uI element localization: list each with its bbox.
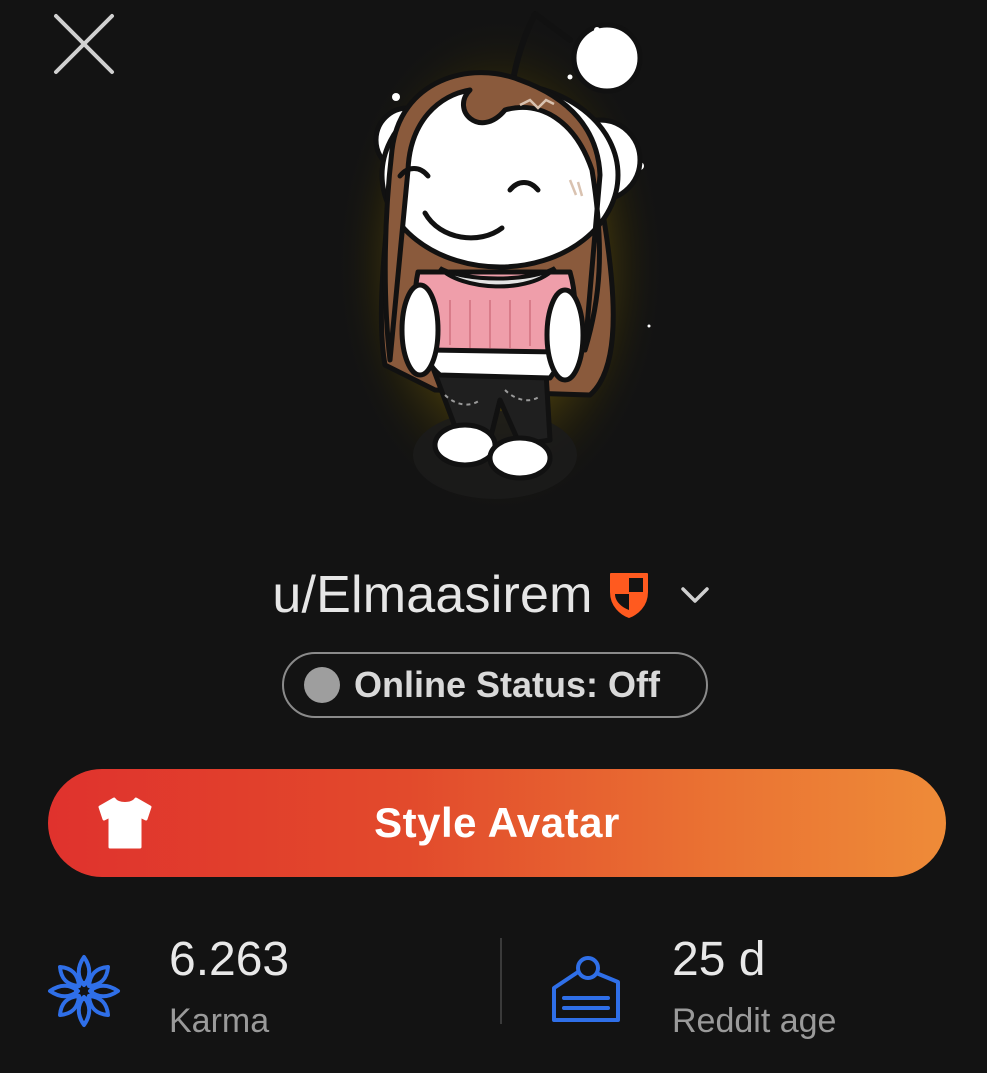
online-status-label: Online Status: Off (354, 664, 660, 705)
online-status-toggle[interactable]: Online Status: Off (282, 652, 708, 718)
username-row[interactable]: u/Elmaasirem (0, 560, 987, 630)
stats-divider (500, 938, 502, 1024)
reddit-age-label: Reddit age (672, 1002, 837, 1040)
chevron-down-icon[interactable] (675, 575, 715, 615)
close-button[interactable] (50, 10, 118, 78)
karma-stat[interactable]: 6.263 Karma (45, 930, 495, 1040)
avatar-illustration (335, 11, 665, 515)
reddit-age-stat[interactable]: 25 d Reddit age (548, 930, 968, 1040)
karma-label: Karma (169, 1002, 270, 1040)
avatar[interactable] (330, 0, 670, 540)
cake-icon (552, 956, 620, 1022)
profile-stats: 6.263 Karma 25 d Reddit age (0, 930, 987, 1040)
username: u/Elmaasirem (272, 566, 593, 624)
karma-value: 6.263 (169, 933, 290, 986)
reddit-age-value: 25 d (672, 933, 766, 986)
style-avatar-label: Style Avatar (374, 799, 620, 846)
shield-badge-icon (609, 573, 648, 618)
shirt-icon (98, 797, 152, 849)
karma-flower-icon (48, 955, 120, 1027)
close-icon (54, 14, 114, 74)
status-dot-icon (304, 667, 340, 703)
style-avatar-button[interactable]: Style Avatar (48, 769, 946, 877)
